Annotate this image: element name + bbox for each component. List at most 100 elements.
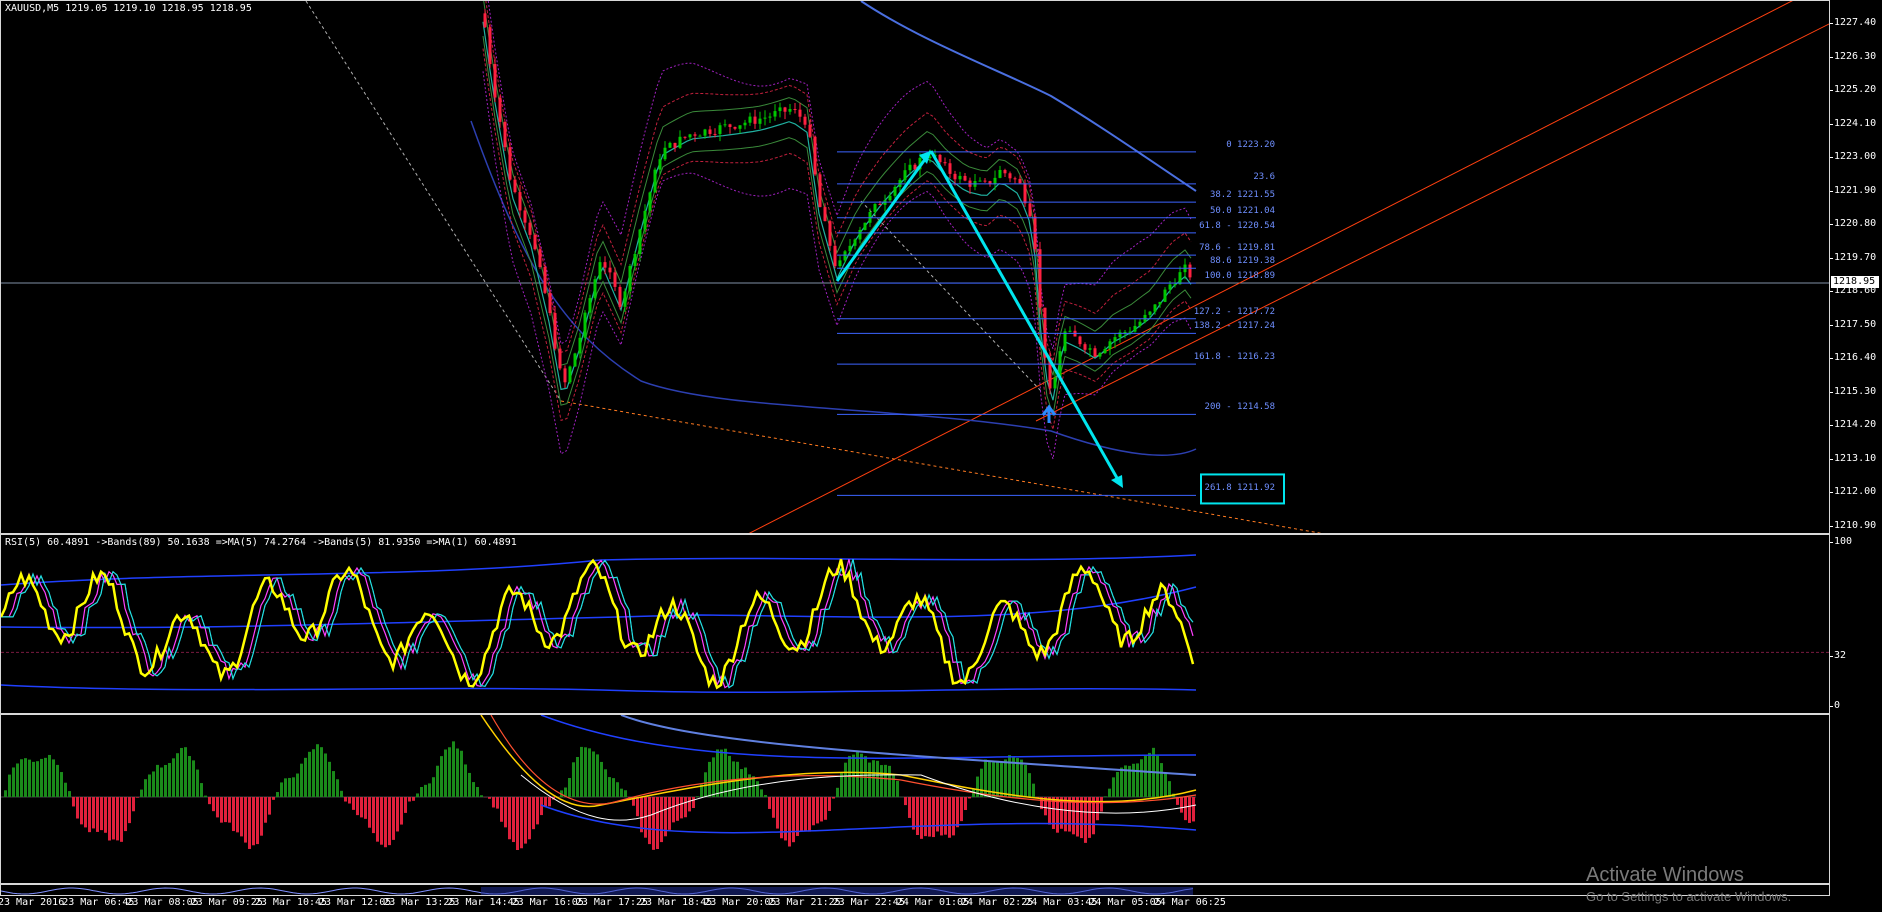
histogram-bar-up bbox=[328, 761, 331, 797]
candle-body bbox=[708, 129, 712, 134]
histogram-bar-up bbox=[184, 747, 187, 797]
histogram-bar-up bbox=[756, 781, 759, 797]
time-axis-label: 24 Mar 05:05 bbox=[1089, 897, 1162, 908]
histogram-bar-down bbox=[500, 797, 503, 822]
candle-body bbox=[563, 368, 567, 383]
candle-body bbox=[1188, 264, 1192, 278]
fib-level-label: 200 - 1214.58 bbox=[1204, 402, 1275, 413]
candle-body bbox=[608, 267, 612, 273]
histogram-bar-down bbox=[692, 797, 695, 808]
histogram-bar-down bbox=[908, 797, 911, 818]
candle-body bbox=[513, 179, 517, 193]
histogram-bar-up bbox=[20, 759, 23, 797]
candle-body bbox=[1023, 183, 1027, 204]
candle-body bbox=[863, 222, 867, 230]
histogram-bar-up bbox=[888, 765, 891, 797]
histogram-bar-up bbox=[476, 787, 479, 797]
candle-body bbox=[613, 272, 617, 287]
envelope-lower bbox=[482, 35, 1192, 416]
histogram-bar-down bbox=[248, 797, 251, 849]
histogram-bar-up bbox=[584, 747, 587, 797]
histogram-bar-up bbox=[60, 772, 63, 797]
rsi-indicator-pane[interactable]: RSI(5) 60.4891 ->Bands(89) 50.1638 =>MA(… bbox=[0, 534, 1830, 714]
histogram-bar-down bbox=[356, 797, 359, 816]
histogram-bar-down bbox=[804, 797, 807, 832]
histogram-bar-up bbox=[572, 762, 575, 797]
bottom-indicator-pane[interactable] bbox=[0, 884, 1830, 896]
histogram-indicator-pane[interactable] bbox=[0, 714, 1830, 884]
price-axis-label: 1219.70 bbox=[1829, 251, 1877, 263]
fib-level-label: 88.6 1219.38 bbox=[1209, 256, 1275, 267]
histogram-bar-down bbox=[136, 797, 139, 798]
rsi-ma-line bbox=[1, 559, 1194, 689]
histogram-bar-down bbox=[508, 797, 511, 840]
fib-level-label: 50.0 1221.04 bbox=[1209, 205, 1275, 216]
histogram-bar-down bbox=[252, 797, 255, 846]
candle-body bbox=[948, 163, 952, 174]
histogram-bar-up bbox=[980, 768, 983, 797]
price-axis-label: 1221.90 bbox=[1829, 184, 1877, 196]
candle-body bbox=[978, 180, 982, 182]
candle-body bbox=[663, 147, 667, 160]
histogram-bar-up bbox=[696, 796, 699, 797]
histogram-bar-up bbox=[580, 746, 583, 797]
histogram-bar-down bbox=[940, 797, 943, 836]
histogram-bar-up bbox=[292, 777, 295, 797]
histogram-bar-down bbox=[932, 797, 935, 838]
candle-body bbox=[1088, 348, 1092, 350]
candle-body bbox=[858, 229, 862, 240]
histogram-bar-up bbox=[480, 795, 483, 797]
purple-envelope-upper bbox=[487, 1, 1192, 350]
price-chart-canvas[interactable] bbox=[1, 1, 1830, 534]
time-axis-label: 23 Mar 10:45 bbox=[254, 897, 328, 908]
histogram-bar-down bbox=[368, 797, 371, 828]
price-axis-label: 1225.20 bbox=[1829, 84, 1877, 95]
candle-body bbox=[553, 313, 557, 349]
histogram-canvas[interactable] bbox=[1, 715, 1830, 884]
price-axis[interactable]: 1227.40 1226.30 1225.20 1224.10 1223.00 1221.… bbox=[1829, 0, 1882, 534]
time-axis[interactable]: 23 Mar 2016 23 Mar 06:45 23 Mar 08:05 23 Ma… bbox=[0, 896, 1830, 912]
histogram-bar-down bbox=[412, 797, 415, 801]
histogram-bar-up bbox=[320, 747, 323, 797]
candle-body bbox=[798, 109, 802, 117]
histogram-bar-up bbox=[996, 760, 999, 797]
fib-level-label: 0 1223.20 bbox=[1226, 139, 1275, 150]
histogram-bar-down bbox=[236, 797, 239, 833]
fib-level-label: 161.8 - 1216.23 bbox=[1193, 352, 1275, 363]
histogram-bar-down bbox=[76, 797, 79, 819]
histogram-bar-up bbox=[764, 794, 767, 797]
candle-body bbox=[568, 366, 572, 383]
histogram-bar-up bbox=[180, 747, 183, 797]
histogram-bar-down bbox=[648, 797, 651, 845]
histogram-bar-up bbox=[144, 779, 147, 797]
histogram-bar-down bbox=[524, 797, 527, 844]
histogram-bar-down bbox=[504, 797, 507, 828]
candle-body bbox=[1068, 330, 1072, 332]
histogram-bar-up bbox=[1156, 755, 1159, 797]
histogram-bar-up bbox=[44, 757, 47, 797]
time-axis-label: 24 Mar 02:25 bbox=[961, 897, 1034, 908]
rsi-canvas[interactable] bbox=[1, 535, 1830, 714]
histogram-bar-up bbox=[868, 762, 871, 797]
candle-body bbox=[493, 64, 497, 98]
candle-body bbox=[713, 133, 717, 135]
histogram-bar-down bbox=[768, 797, 771, 809]
histogram-bar-up bbox=[1132, 763, 1135, 797]
candle-body bbox=[1078, 336, 1082, 345]
histogram-bar-down bbox=[928, 797, 931, 837]
histogram-bar-down bbox=[656, 797, 659, 850]
rsi-bands-5 bbox=[1, 559, 1194, 689]
histogram-bar-up bbox=[280, 782, 283, 797]
histogram-bar-up bbox=[32, 761, 35, 797]
candle-body bbox=[1083, 344, 1087, 350]
histogram-bar-up bbox=[296, 773, 299, 797]
histogram-bar-up bbox=[64, 782, 67, 797]
price-chart-pane[interactable]: XAUUSD,M5 1219.05 1219.10 1218.95 1218.9… bbox=[0, 0, 1830, 534]
histogram-bar-down bbox=[72, 797, 75, 807]
histogram-bar-down bbox=[816, 797, 819, 824]
candle-body bbox=[778, 107, 782, 112]
histogram-bar-up bbox=[420, 787, 423, 797]
histogram-bar-down bbox=[820, 797, 823, 822]
candle-body bbox=[758, 118, 762, 124]
histogram-bar-down bbox=[1084, 797, 1087, 843]
